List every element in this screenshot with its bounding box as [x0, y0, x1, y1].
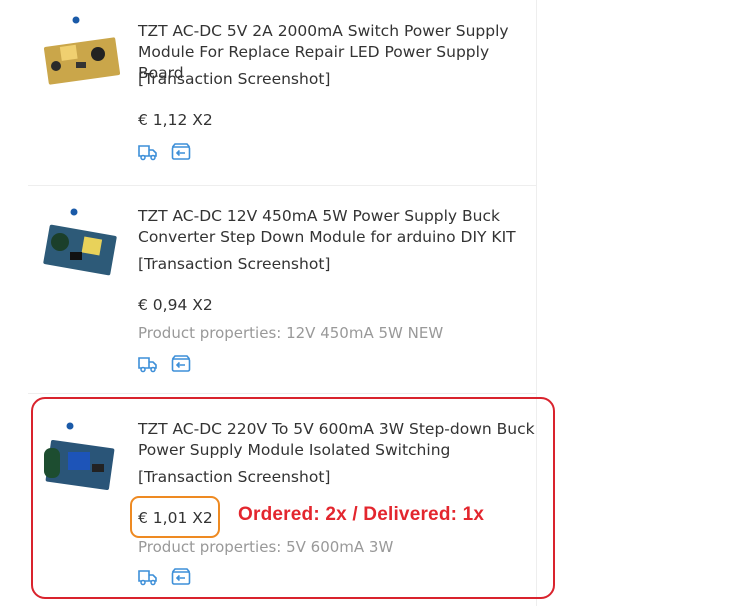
return-box-icon[interactable]: [170, 142, 192, 162]
item-divider: [28, 185, 536, 186]
highlight-box: [31, 397, 555, 599]
product-title[interactable]: TZT AC-DC 12V 450mA 5W Power Supply Buck…: [138, 206, 538, 248]
product-properties: Product properties: 12V 450mA 5W NEW: [138, 324, 444, 342]
transaction-screenshot-link[interactable]: [Transaction Screenshot]: [138, 70, 330, 88]
product-thumbnail[interactable]: [40, 14, 122, 90]
item-price: € 0,94 X2: [138, 296, 213, 314]
delivery-note: Ordered: 2x / Delivered: 1x: [238, 504, 485, 525]
transaction-screenshot-link[interactable]: [Transaction Screenshot]: [138, 255, 330, 273]
item-divider: [28, 393, 536, 394]
price-highlight-box: [130, 496, 220, 538]
truck-icon[interactable]: [137, 142, 159, 162]
product-thumbnail[interactable]: [40, 206, 122, 282]
truck-icon[interactable]: [137, 354, 159, 374]
return-box-icon[interactable]: [170, 354, 192, 374]
item-price: € 1,12 X2: [138, 111, 213, 129]
